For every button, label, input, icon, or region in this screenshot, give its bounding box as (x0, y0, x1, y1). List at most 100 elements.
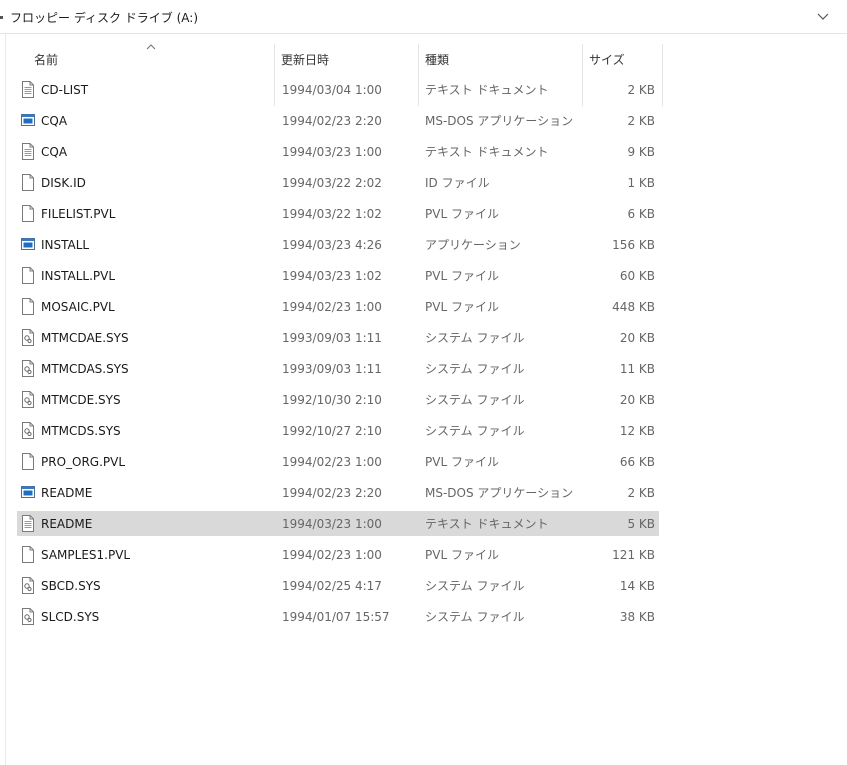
file-name: SAMPLES1.PVL (41, 548, 131, 562)
file-name: README (41, 517, 93, 531)
file-size: 38 KB (619, 610, 655, 624)
column-header-name[interactable]: 名前 (34, 51, 58, 68)
file-row[interactable]: DISK.ID 1994/03/22 2:02 ID ファイル 1 KB (17, 170, 659, 195)
file-name: MOSAIC.PVL (41, 300, 115, 314)
system-file-icon (22, 608, 34, 625)
file-date: 1994/03/23 1:00 (282, 517, 382, 531)
file-name: DISK.ID (41, 176, 86, 190)
file-size: 12 KB (619, 424, 655, 438)
file-type: PVL ファイル (425, 207, 499, 221)
file-icon (22, 546, 34, 563)
file-date: 1994/02/23 1:00 (282, 548, 382, 562)
file-type: テキスト ドキュメント (425, 517, 549, 531)
file-row[interactable]: MTMCDAS.SYS 1993/09/03 1:11 システム ファイル 11 KB (17, 356, 659, 381)
file-row[interactable]: MTMCDE.SYS 1992/10/30 2:10 システム ファイル 20 KB (17, 387, 659, 412)
file-size: 6 KB (627, 207, 655, 221)
system-file-icon (22, 360, 34, 377)
file-type: システム ファイル (425, 424, 525, 438)
file-type: PVL ファイル (425, 548, 499, 562)
file-size: 2 KB (627, 486, 655, 500)
text-file-icon (22, 515, 34, 532)
file-row[interactable]: CQA 1994/02/23 2:20 MS-DOS アプリケーション 2 KB (17, 108, 659, 133)
file-date: 1994/03/22 1:02 (282, 207, 382, 221)
file-row[interactable]: CD-LIST 1994/03/04 1:00 テキスト ドキュメント 2 KB (17, 77, 659, 102)
file-size: 1 KB (627, 176, 655, 190)
file-date: 1994/03/04 1:00 (282, 83, 382, 97)
file-size: 5 KB (627, 517, 655, 531)
file-size: 60 KB (619, 269, 655, 283)
file-date: 1994/03/23 1:00 (282, 145, 382, 159)
file-date: 1994/02/23 2:20 (282, 486, 382, 500)
file-size: 14 KB (619, 579, 655, 593)
file-row[interactable]: CQA 1994/03/23 1:00 テキスト ドキュメント 9 KB (17, 139, 659, 164)
file-row[interactable]: MTMCDAE.SYS 1993/09/03 1:11 システム ファイル 20 KB (17, 325, 659, 350)
file-name: CD-LIST (41, 83, 89, 97)
file-size: 121 KB (612, 548, 655, 562)
file-size: 9 KB (627, 145, 655, 159)
sort-ascending-icon (146, 44, 156, 50)
file-row[interactable]: PRO_ORG.PVL 1994/02/23 1:00 PVL ファイル 66 KB (17, 449, 659, 474)
chevron-down-icon[interactable] (815, 8, 831, 24)
file-size: 2 KB (627, 114, 655, 128)
file-type: システム ファイル (425, 362, 525, 376)
file-icon (22, 453, 34, 470)
file-date: 1993/09/03 1:11 (282, 362, 382, 376)
file-date: 1992/10/30 2:10 (282, 393, 382, 407)
text-file-icon (22, 143, 34, 160)
file-size: 66 KB (619, 455, 655, 469)
file-date: 1994/03/23 4:26 (282, 238, 382, 252)
column-header-row: 名前 更新日時 種類 サイズ (0, 34, 847, 106)
file-name: FILELIST.PVL (41, 207, 116, 221)
file-date: 1994/02/25 4:17 (282, 579, 382, 593)
file-name: INSTALL.PVL (41, 269, 116, 283)
file-date: 1994/03/22 2:02 (282, 176, 382, 190)
file-name: INSTALL (41, 238, 90, 252)
file-size: 448 KB (612, 300, 655, 314)
file-name: MTMCDE.SYS (41, 393, 121, 407)
file-date: 1994/03/23 1:02 (282, 269, 382, 283)
application-icon (21, 486, 35, 498)
file-size: 20 KB (619, 393, 655, 407)
file-date: 1994/02/23 1:00 (282, 300, 382, 314)
system-file-icon (22, 391, 34, 408)
file-icon (22, 174, 34, 191)
file-row[interactable]: INSTALL 1994/03/23 4:26 アプリケーション 156 KB (17, 232, 659, 257)
file-row[interactable]: README 1994/02/23 2:20 MS-DOS アプリケーション 2 KB (17, 480, 659, 505)
file-type: PVL ファイル (425, 269, 499, 283)
file-type: PVL ファイル (425, 300, 499, 314)
file-type: MS-DOS アプリケーション (425, 486, 574, 500)
column-header-size[interactable]: サイズ (589, 51, 625, 68)
address-path: フロッピー ディスク ドライブ (A:) (10, 11, 199, 25)
application-icon (21, 114, 35, 126)
column-header-date[interactable]: 更新日時 (281, 51, 329, 68)
application-icon (21, 238, 35, 250)
address-bar[interactable]: フロッピー ディスク ドライブ (A:) (0, 0, 847, 34)
pane-divider (5, 34, 6, 765)
file-row[interactable]: README 1994/03/23 1:00 テキスト ドキュメント 5 KB (17, 511, 659, 536)
file-date: 1992/10/27 2:10 (282, 424, 382, 438)
file-row[interactable]: INSTALL.PVL 1994/03/23 1:02 PVL ファイル 60 KB (17, 263, 659, 288)
file-row[interactable]: SBCD.SYS 1994/02/25 4:17 システム ファイル 14 KB (17, 573, 659, 598)
column-divider[interactable] (662, 44, 663, 106)
file-name: MTMCDAE.SYS (41, 331, 129, 345)
system-file-icon (22, 422, 34, 439)
file-name: README (41, 486, 93, 500)
column-header-type[interactable]: 種類 (425, 51, 449, 68)
file-icon (22, 298, 34, 315)
file-size: 2 KB (627, 83, 655, 97)
file-row[interactable]: FILELIST.PVL 1994/03/22 1:02 PVL ファイル 6 KB (17, 201, 659, 226)
file-name: SLCD.SYS (41, 610, 100, 624)
file-name: MTMCDS.SYS (41, 424, 121, 438)
file-size: 11 KB (619, 362, 655, 376)
file-size: 156 KB (612, 238, 655, 252)
file-name: CQA (41, 145, 68, 159)
file-type: MS-DOS アプリケーション (425, 114, 574, 128)
file-row[interactable]: MOSAIC.PVL 1994/02/23 1:00 PVL ファイル 448 KB (17, 294, 659, 319)
file-name: PRO_ORG.PVL (41, 455, 126, 469)
file-row[interactable]: SAMPLES1.PVL 1994/02/23 1:00 PVL ファイル 121 K… (17, 542, 659, 567)
file-name: MTMCDAS.SYS (41, 362, 129, 376)
file-type: ID ファイル (425, 176, 490, 190)
file-row[interactable]: SLCD.SYS 1994/01/07 15:57 システム ファイル 38 KB (17, 604, 659, 629)
breadcrumb-separator (0, 16, 3, 19)
file-row[interactable]: MTMCDS.SYS 1992/10/27 2:10 システム ファイル 12 KB (17, 418, 659, 443)
